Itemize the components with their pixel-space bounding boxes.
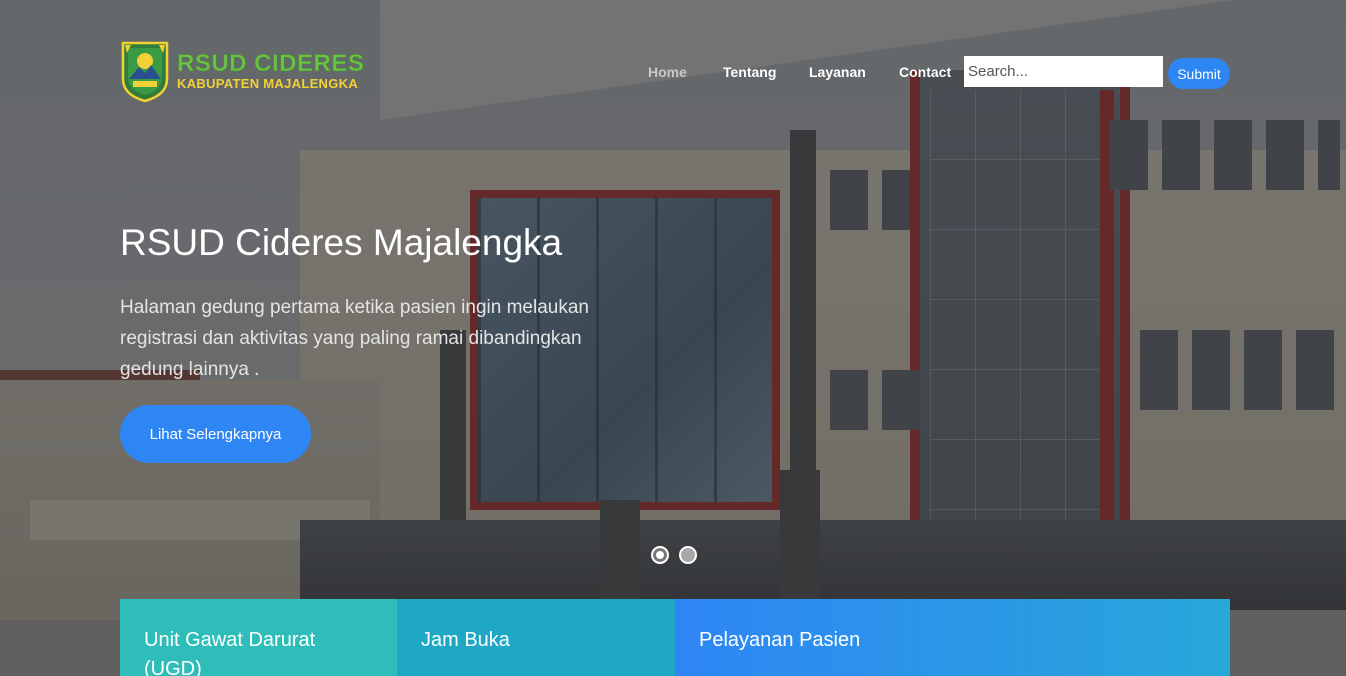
feature-title: Pelayanan Pasien <box>699 629 861 651</box>
nav-tentang[interactable]: Tentang <box>723 64 776 80</box>
feature-box-ugd[interactable]: Unit Gawat Darurat (UGD) <box>120 599 397 676</box>
site-logo[interactable]: RSUD CIDERES KABUPATEN MAJALENGKA <box>119 38 379 104</box>
carousel-indicators <box>651 546 697 564</box>
nav-contact[interactable]: Contact <box>899 64 951 80</box>
feature-title: Unit Gawat Darurat (UGD) <box>144 629 316 676</box>
hero-title: RSUD Cideres Majalengka <box>120 222 563 263</box>
search-submit-button[interactable]: Submit <box>1168 58 1230 89</box>
feature-title: Jam Buka <box>421 629 510 651</box>
logo-title: RSUD CIDERES <box>177 49 365 77</box>
see-more-button[interactable]: Lihat Selengkapnya <box>120 405 311 463</box>
feature-boxes: Unit Gawat Darurat (UGD) Jam Buka Pelaya… <box>120 599 1230 676</box>
logo-subtitle: KABUPATEN MAJALENGKA <box>177 75 359 91</box>
nav-home[interactable]: Home <box>648 64 687 80</box>
feature-box-jam-buka[interactable]: Jam Buka <box>397 599 675 676</box>
hero-description: Halaman gedung pertama ketika pasien ing… <box>120 297 589 380</box>
carousel-dot-1[interactable] <box>651 546 669 564</box>
majalengka-emblem-icon <box>119 39 171 103</box>
nav-layanan[interactable]: Layanan <box>809 64 866 80</box>
search-input[interactable] <box>964 56 1163 87</box>
feature-box-pelayanan-pasien[interactable]: Pelayanan Pasien <box>675 599 1230 676</box>
carousel-dot-2[interactable] <box>679 546 697 564</box>
logo-text: RSUD CIDERES KABUPATEN MAJALENGKA <box>177 49 365 91</box>
